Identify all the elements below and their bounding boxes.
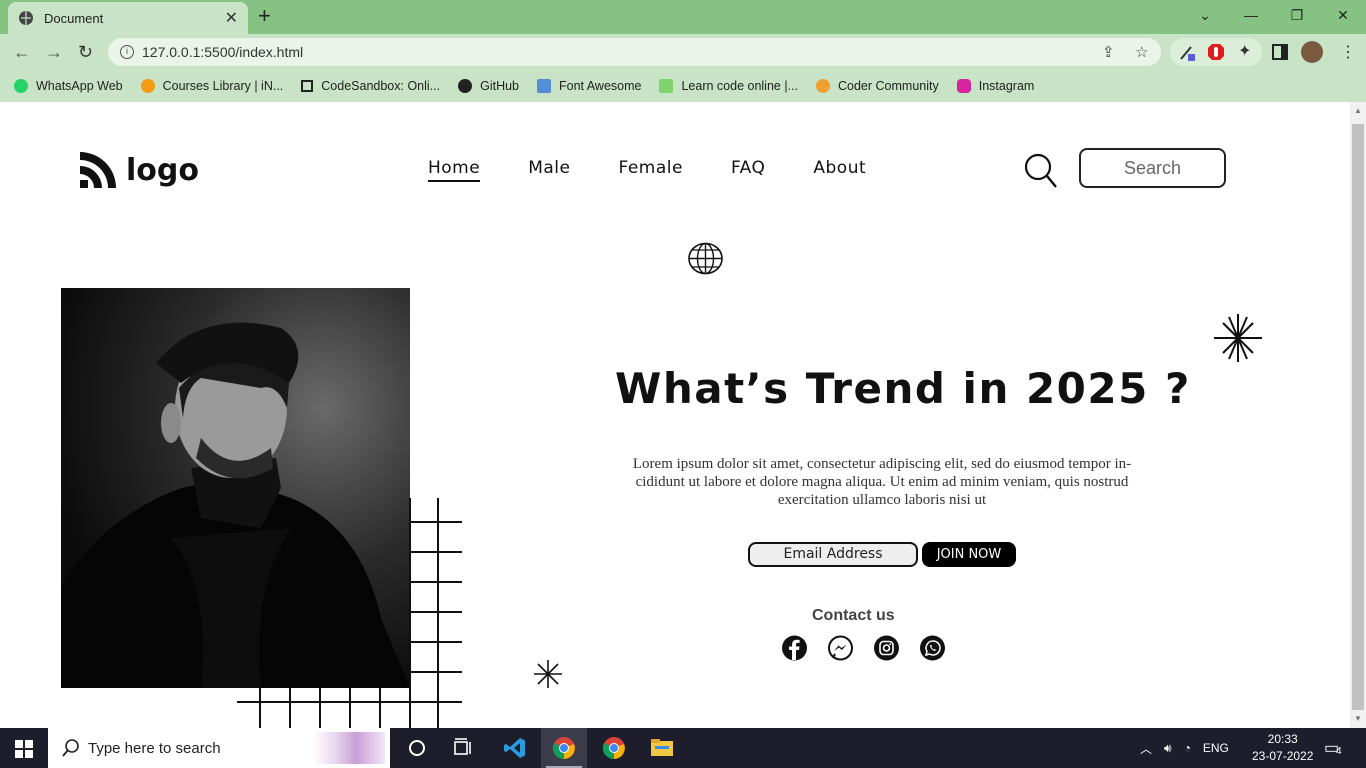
- file-explorer-icon[interactable]: [650, 736, 674, 760]
- bookmark-courses[interactable]: Courses Library | iN...: [140, 79, 283, 93]
- contact-heading: Contact us: [812, 607, 895, 624]
- forward-icon[interactable]: →: [45, 42, 63, 63]
- nav-about[interactable]: About: [813, 158, 866, 182]
- github-bookmark-icon: [458, 79, 473, 93]
- clock-time: 20:33: [1267, 732, 1298, 746]
- vscode-icon[interactable]: [503, 736, 527, 760]
- browser-toolbar: ← → ↻ i 127.0.0.1:5500/index.html ⇪ ☆ ✦ …: [0, 34, 1366, 70]
- taskbar-search-input[interactable]: Type here to search: [48, 728, 390, 768]
- volume-icon[interactable]: 🔊︎: [1164, 741, 1172, 756]
- play-bookmark-icon: [659, 79, 674, 93]
- chrome-profile-icon: [552, 737, 575, 760]
- close-tab-icon[interactable]: ✕: [225, 8, 238, 28]
- cortana-icon[interactable]: [405, 736, 429, 760]
- braces-bookmark-icon: [816, 79, 830, 93]
- bookmark-coder-community[interactable]: Coder Community: [816, 79, 939, 93]
- extension-pen-icon[interactable]: [1178, 44, 1196, 62]
- browser-chrome: Document ✕ + ⌄ — ❐ ✕ ← → ↻ i 127.0.0.1:5…: [0, 0, 1366, 102]
- bookmark-star-icon[interactable]: ☆: [1135, 43, 1148, 61]
- share-icon[interactable]: ⇪: [1102, 43, 1115, 61]
- notification-center-icon[interactable]: ▭ 4: [1324, 738, 1342, 758]
- windows-start-icon[interactable]: [15, 740, 33, 758]
- search-input[interactable]: Search: [1079, 148, 1226, 188]
- bookmark-learncode[interactable]: Learn code online |...: [659, 79, 798, 93]
- sparkle-star-icon: [1214, 314, 1262, 362]
- system-tray: ︿ 🔊︎ ◔ ENG: [1140, 728, 1229, 768]
- courses-bookmark-icon: [140, 79, 155, 93]
- tab-title: Document: [44, 10, 104, 26]
- whatsapp-bookmark-icon: [14, 79, 28, 93]
- bookmark-codesandbox[interactable]: CodeSandbox: Onli...: [301, 79, 440, 93]
- side-panel-icon[interactable]: [1272, 44, 1288, 60]
- language-indicator[interactable]: ENG: [1203, 741, 1229, 755]
- tab-search-chevron-icon[interactable]: ⌄: [1182, 0, 1228, 30]
- search-highlight-flower-image: [313, 732, 385, 764]
- main-nav: Home Male Female FAQ About: [428, 158, 866, 182]
- chrome-icon[interactable]: [602, 736, 626, 760]
- profile-avatar[interactable]: [1301, 41, 1323, 63]
- codesandbox-bookmark-icon: [301, 80, 314, 92]
- url-text: 127.0.0.1:5500/index.html: [142, 44, 304, 60]
- minimize-icon[interactable]: —: [1228, 0, 1274, 30]
- bookmark-instagram[interactable]: Instagram: [956, 79, 1034, 93]
- globe-favicon-icon: [19, 11, 33, 25]
- nav-faq[interactable]: FAQ: [731, 158, 765, 182]
- site-info-icon[interactable]: i: [120, 45, 134, 59]
- nav-male[interactable]: Male: [528, 158, 570, 182]
- close-window-icon[interactable]: ✕: [1320, 0, 1366, 30]
- whatsapp-icon[interactable]: [920, 634, 945, 662]
- decorative-grid: [237, 498, 462, 728]
- windows-taskbar: Type here to search ︿ 🔊︎ ◔ ENG 20:33 23-…: [0, 728, 1366, 768]
- address-bar[interactable]: i 127.0.0.1:5500/index.html ⇪ ☆: [108, 38, 1161, 66]
- adblock-icon[interactable]: [1207, 43, 1225, 61]
- email-input[interactable]: Email Address: [748, 542, 918, 567]
- window-controls: ⌄ — ❐ ✕: [1182, 0, 1366, 30]
- bookmark-github[interactable]: GitHub: [458, 79, 519, 93]
- taskbar-clock[interactable]: 20:33 23-07-2022: [1252, 731, 1313, 765]
- bookmark-fontawesome[interactable]: Font Awesome: [537, 79, 641, 93]
- new-tab-icon[interactable]: +: [258, 5, 271, 27]
- back-icon[interactable]: ←: [13, 42, 31, 63]
- bookmarks-bar: WhatsApp Web Courses Library | iN... Cod…: [0, 70, 1366, 102]
- chrome-active-task[interactable]: [541, 728, 587, 768]
- rss-logo-icon: [80, 152, 116, 188]
- page-scrollbar[interactable]: ▲ ▼: [1350, 102, 1366, 728]
- clock-date: 23-07-2022: [1252, 749, 1314, 763]
- magnifier-icon: [62, 739, 79, 757]
- browser-tab[interactable]: Document ✕: [8, 2, 248, 34]
- hero-paragraph: Lorem ipsum dolor sit amet, consectetur …: [632, 456, 1132, 508]
- small-sparkle-icon: [534, 660, 562, 688]
- reload-icon[interactable]: ↻: [78, 42, 93, 63]
- site-logo[interactable]: logo: [80, 152, 199, 188]
- scroll-down-icon[interactable]: ▼: [1354, 714, 1362, 723]
- network-icon[interactable]: ◔: [1184, 741, 1191, 755]
- menu-kebab-icon[interactable]: ⋮: [1340, 42, 1356, 62]
- flag-bookmark-icon: [537, 79, 552, 93]
- globe-icon: [688, 242, 723, 275]
- facebook-icon[interactable]: [782, 634, 807, 662]
- nav-female[interactable]: Female: [618, 158, 682, 182]
- social-links: [782, 634, 945, 662]
- puzzle-extensions-icon[interactable]: ✦: [1238, 41, 1251, 61]
- restore-icon[interactable]: ❐: [1274, 0, 1320, 30]
- scroll-up-icon[interactable]: ▲: [1354, 106, 1362, 115]
- search-icon[interactable]: [1024, 152, 1058, 190]
- hero-headline: What’s Trend in 2025 ?: [615, 364, 1191, 413]
- instagram-icon[interactable]: [874, 634, 899, 662]
- nav-home[interactable]: Home: [428, 158, 481, 182]
- join-now-button[interactable]: JOIN NOW: [922, 542, 1016, 567]
- bookmark-whatsapp[interactable]: WhatsApp Web: [14, 79, 123, 93]
- task-view-icon[interactable]: [452, 736, 476, 760]
- instagram-bookmark-icon: [956, 79, 971, 93]
- notification-count: 4: [1336, 746, 1342, 757]
- scrollbar-thumb[interactable]: [1352, 124, 1364, 710]
- extensions-group: ✦: [1170, 38, 1262, 66]
- messenger-icon[interactable]: [828, 634, 853, 662]
- taskbar-search-placeholder: Type here to search: [88, 739, 221, 757]
- web-page: logo Home Male Female FAQ About Search W…: [0, 102, 1350, 728]
- logo-text: logo: [126, 152, 199, 188]
- tray-chevron-up-icon[interactable]: ︿: [1140, 740, 1152, 757]
